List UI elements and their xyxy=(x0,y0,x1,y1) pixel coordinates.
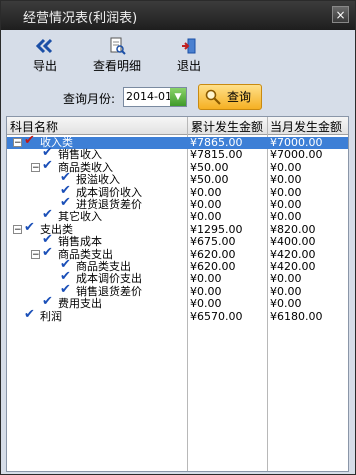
cumulative-amount: ¥50.00 xyxy=(190,160,229,174)
close-button[interactable]: × xyxy=(332,6,349,23)
export-label: 导出 xyxy=(33,59,58,73)
account-name: 利润 xyxy=(40,309,62,323)
exit-door-icon xyxy=(182,38,196,54)
report-window: 经营情况表(利润表) × 导出 查看明细 退出 查询月份: 2014-01 ▼ … xyxy=(0,0,356,475)
tree-row[interactable]: − ✔ 支出类 ¥1295.00 ¥820.00 xyxy=(7,221,348,236)
checkmark-icon[interactable]: ✔ xyxy=(24,134,35,147)
tree-row[interactable]: ✔ 费用支出 ¥0.00 ¥0.00 xyxy=(7,295,348,311)
view-detail-label: 查看明细 xyxy=(93,59,142,73)
column-header-month[interactable]: 当月发生金额 xyxy=(270,118,342,135)
cumulative-amount: ¥7865.00 xyxy=(190,136,243,149)
month-amount: ¥6180.00 xyxy=(270,309,323,323)
cumulative-amount: ¥0.00 xyxy=(190,284,222,298)
account-name: 其它收入 xyxy=(58,210,102,224)
tree-row[interactable]: ✔ 成本调价收入 ¥0.00 ¥0.00 xyxy=(7,184,348,199)
month-select[interactable]: 2014-01 ▼ xyxy=(123,87,187,107)
magnifier-icon xyxy=(205,89,221,105)
query-bar: 查询月份: 2014-01 ▼ 查询 xyxy=(1,75,355,113)
month-amount: ¥400.00 xyxy=(270,235,316,249)
month-amount: ¥420.00 xyxy=(270,260,316,273)
cumulative-amount: ¥620.00 xyxy=(190,247,236,261)
tree-row[interactable]: ✔ 其它收入 ¥0.00 ¥0.00 xyxy=(7,208,348,224)
collapse-toggle-icon[interactable]: − xyxy=(31,162,40,172)
checkmark-icon[interactable]: ✔ xyxy=(24,221,35,234)
tree-row[interactable]: ✔ 成本调价支出 ¥0.00 ¥0.00 xyxy=(7,270,348,286)
month-amount: ¥0.00 xyxy=(270,210,302,224)
column-header-cumulative[interactable]: 累计发生金额 xyxy=(191,118,263,135)
exit-label: 退出 xyxy=(177,59,202,73)
month-amount: ¥0.00 xyxy=(270,173,302,187)
tree-row[interactable]: − ✔ 商品类支出 ¥620.00 ¥420.00 xyxy=(7,246,348,261)
double-chevron-left-icon xyxy=(35,38,53,54)
document-magnifier-icon xyxy=(110,37,126,55)
account-name: 费用支出 xyxy=(58,297,102,311)
toolbar: 导出 查看明细 退出 xyxy=(1,31,355,75)
account-name: 销售收入 xyxy=(58,148,102,162)
month-amount: ¥0.00 xyxy=(270,284,302,298)
tree-row[interactable]: − ✔ 商品类收入 ¥50.00 ¥0.00 xyxy=(7,159,348,174)
collapse-toggle-icon[interactable]: − xyxy=(13,138,22,148)
query-month-label: 查询月份: xyxy=(63,92,116,106)
collapse-toggle-icon[interactable]: − xyxy=(31,249,40,259)
checkmark-icon[interactable]: ✔ xyxy=(42,246,53,259)
month-select-value: 2014-01 xyxy=(126,90,172,103)
cumulative-amount: ¥1295.00 xyxy=(190,222,243,236)
checkmark-icon[interactable]: ✔ xyxy=(60,283,71,296)
month-amount: ¥420.00 xyxy=(270,247,316,261)
tree-row[interactable]: ✔ 销售成本 ¥675.00 ¥400.00 xyxy=(7,233,348,249)
checkmark-icon[interactable]: ✔ xyxy=(60,196,71,209)
report-tree-grid[interactable]: 科目名称 累计发生金额 当月发生金额 − ✔ 收入类 ¥7865.00 ¥7000.00… xyxy=(6,116,349,472)
collapse-toggle-icon[interactable]: − xyxy=(13,224,22,234)
tree-row[interactable]: ✔ 利润 ¥6570.00 ¥6180.00 xyxy=(7,308,348,323)
month-amount: ¥0.00 xyxy=(270,160,302,174)
month-amount: ¥7000.00 xyxy=(270,136,323,149)
checkmark-icon[interactable]: ✔ xyxy=(24,308,35,321)
month-amount: ¥820.00 xyxy=(270,222,316,236)
chevron-down-icon[interactable]: ▼ xyxy=(170,88,186,106)
account-name: 成本调价支出 xyxy=(76,272,142,286)
title-bar[interactable]: 经营情况表(利润表) × xyxy=(1,1,355,30)
account-name: 销售退货差价 xyxy=(76,284,142,298)
tree-row[interactable]: ✔ 商品类支出 ¥620.00 ¥420.00 xyxy=(7,258,348,273)
cumulative-amount: ¥6570.00 xyxy=(190,309,243,323)
tree-row[interactable]: ✔ 销售退货差价 ¥0.00 ¥0.00 xyxy=(7,283,348,298)
cumulative-amount: ¥620.00 xyxy=(190,260,236,273)
grid-header: 科目名称 累计发生金额 当月发生金额 xyxy=(7,117,348,135)
export-button[interactable]: 导出 xyxy=(33,37,57,74)
account-name: 成本调价收入 xyxy=(76,185,142,199)
window-title: 经营情况表(利润表) xyxy=(23,11,138,26)
exit-button[interactable]: 退出 xyxy=(177,37,201,74)
checkmark-icon[interactable]: ✔ xyxy=(42,208,53,221)
query-button-label: 查询 xyxy=(227,90,252,104)
cumulative-amount: ¥0.00 xyxy=(190,297,222,311)
tree-row[interactable]: ✔ 销售收入 ¥7815.00 ¥7000.00 xyxy=(7,146,348,162)
month-amount: ¥0.00 xyxy=(270,185,302,199)
account-name: 销售成本 xyxy=(58,235,102,249)
month-amount: ¥0.00 xyxy=(270,272,302,286)
cumulative-amount: ¥0.00 xyxy=(190,210,222,224)
month-amount: ¥0.00 xyxy=(270,297,302,311)
view-detail-button[interactable]: 查看明细 xyxy=(93,37,141,74)
cumulative-amount: ¥50.00 xyxy=(190,173,229,187)
cumulative-amount: ¥0.00 xyxy=(190,272,222,286)
month-amount: ¥0.00 xyxy=(270,198,302,211)
checkmark-icon[interactable]: ✔ xyxy=(42,159,53,172)
cumulative-amount: ¥0.00 xyxy=(190,198,222,211)
cumulative-amount: ¥7815.00 xyxy=(190,148,243,162)
account-name: 报溢收入 xyxy=(76,173,120,187)
cumulative-amount: ¥675.00 xyxy=(190,235,236,249)
checkmark-icon[interactable]: ✔ xyxy=(42,295,53,308)
tree-row[interactable]: ✔ 报溢收入 ¥50.00 ¥0.00 xyxy=(7,171,348,187)
query-button[interactable]: 查询 xyxy=(198,84,262,110)
cumulative-amount: ¥0.00 xyxy=(190,185,222,199)
month-amount: ¥7000.00 xyxy=(270,148,323,162)
